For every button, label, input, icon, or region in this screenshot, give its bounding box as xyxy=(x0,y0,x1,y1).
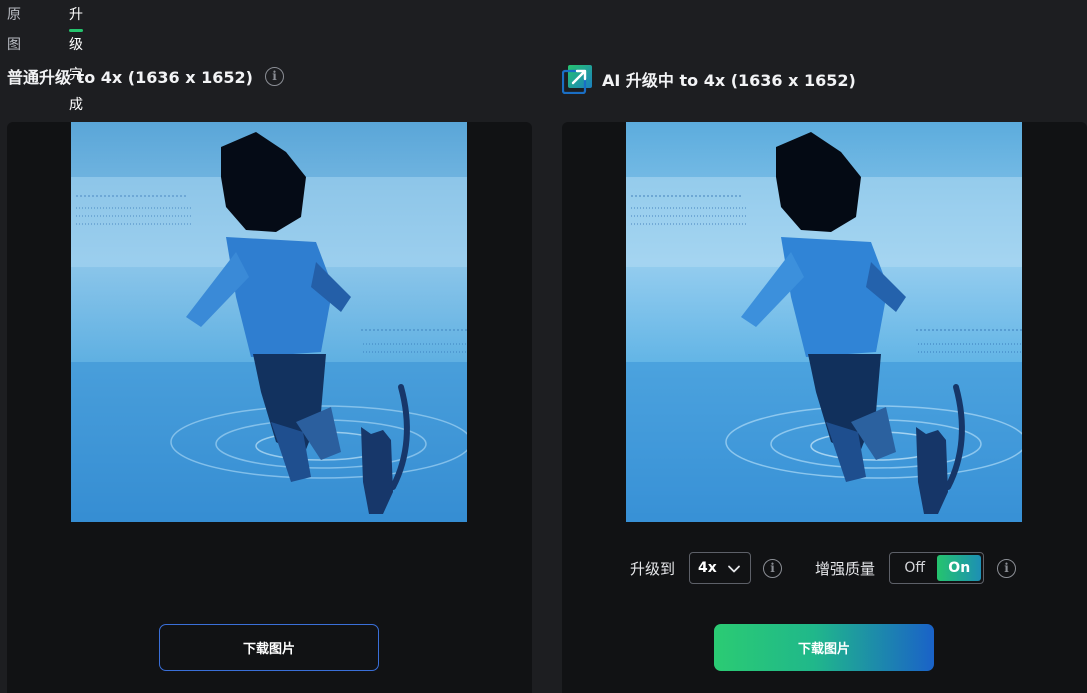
standard-upscale-heading: 普通升级 to 4x (1636 x 1652) xyxy=(7,64,284,88)
download-standard-button[interactable]: 下载图片 xyxy=(159,624,379,671)
info-icon[interactable] xyxy=(997,559,1016,578)
illustration-boy-and-cat xyxy=(71,122,467,522)
standard-upscaled-image xyxy=(71,122,467,522)
upscale-result-view: 原图 升级完成 普通升级 to 4x (1636 x 1652) AI 升级中 … xyxy=(0,0,1087,693)
enhance-quality-toggle[interactable]: Off On xyxy=(889,552,984,584)
toggle-on-option[interactable]: On xyxy=(937,555,981,581)
chevron-down-icon xyxy=(728,565,740,573)
download-ai-button[interactable]: 下载图片 xyxy=(714,624,934,671)
ai-upscale-title: AI 升级中 to 4x (1636 x 1652) xyxy=(602,71,856,90)
scale-select[interactable]: 4x xyxy=(689,552,751,584)
ai-upscale-heading: AI 升级中 to 4x (1636 x 1652) xyxy=(562,64,856,94)
info-icon[interactable] xyxy=(763,559,782,578)
tab-original[interactable]: 原图 xyxy=(7,0,21,60)
scale-select-value: 4x xyxy=(698,560,717,576)
tab-upscaled[interactable]: 升级完成 xyxy=(69,0,83,120)
info-icon[interactable] xyxy=(264,66,284,86)
toggle-off-option[interactable]: Off xyxy=(892,560,937,576)
ai-upscale-icon xyxy=(562,65,592,94)
enhance-quality-label: 增强质量 xyxy=(815,560,876,578)
standard-upscale-title: 普通升级 to 4x (1636 x 1652) xyxy=(7,68,253,87)
ai-upscaled-image xyxy=(626,122,1022,522)
upscale-to-label: 升级到 xyxy=(630,560,676,578)
illustration-boy-and-cat xyxy=(626,122,1022,522)
